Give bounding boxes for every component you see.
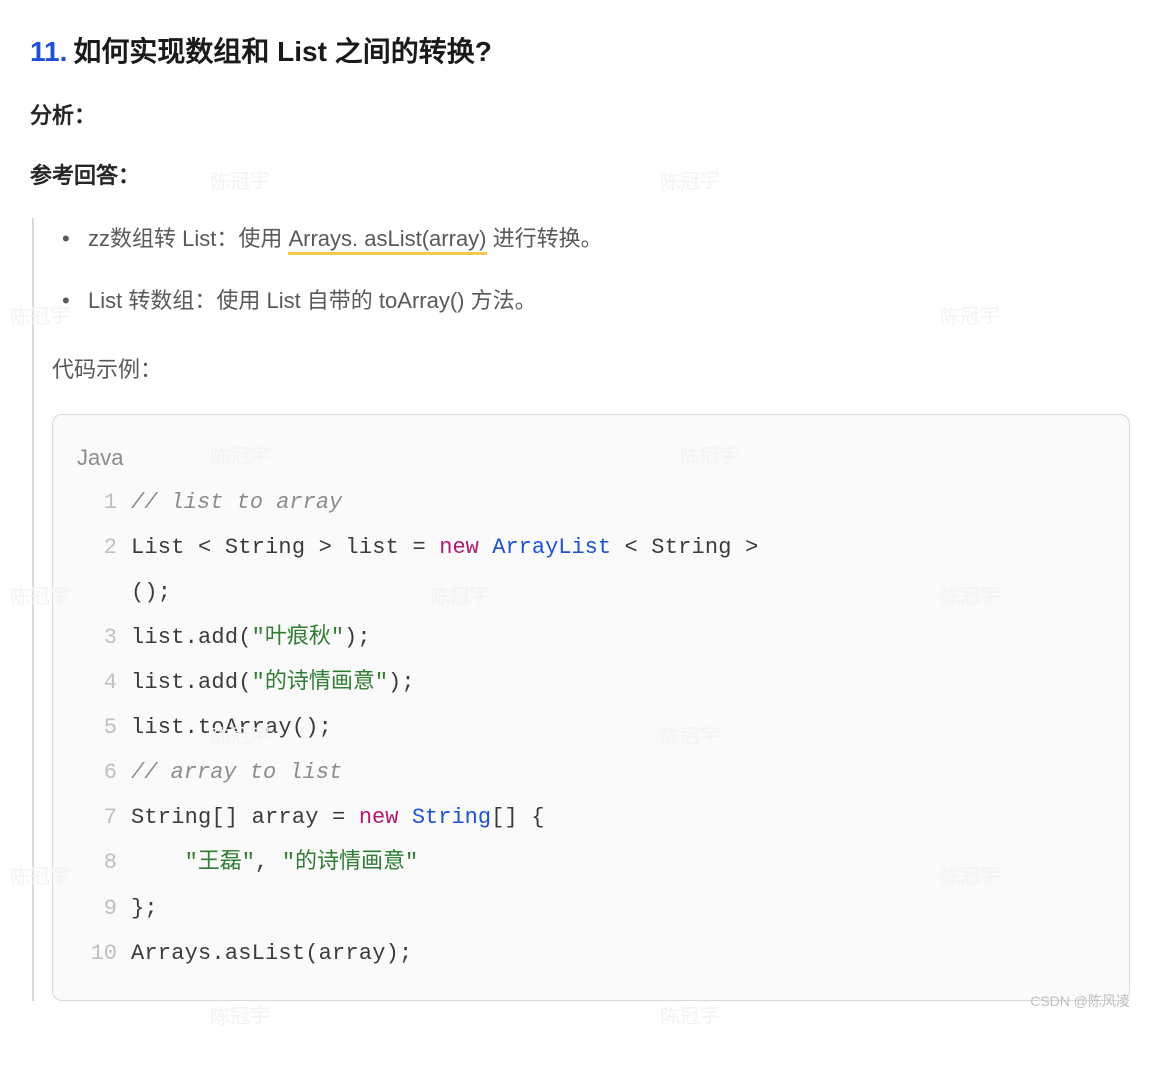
answer-block: zz数组转 List：使用 Arrays. asList(array) 进行转换… (32, 218, 1130, 1001)
footer-credit: CSDN @陈风凌 (1030, 991, 1130, 1011)
bullet-list: zz数组转 List：使用 Arrays. asList(array) 进行转换… (52, 218, 1130, 322)
list-item: zz数组转 List：使用 Arrays. asList(array) 进行转换… (52, 218, 1130, 260)
line-number: 7 (77, 795, 117, 840)
question-number: 11. (30, 36, 67, 67)
code-line: 2List < String > list = new ArrayList < … (77, 525, 1105, 570)
code-line: 1// list to array (77, 480, 1105, 525)
code-lines: 1// list to array2List < String > list =… (77, 480, 1105, 976)
question-heading: 11.如何实现数组和 List 之间的转换? (30, 30, 1130, 70)
code-example-label: 代码示例： (52, 352, 1130, 384)
list-item: List 转数组：使用 List 自带的 toArray() 方法。 (52, 280, 1130, 322)
watermark-text: 陈冠宇 (660, 999, 721, 1030)
code-line: 10Arrays.asList(array); (77, 931, 1105, 976)
line-number: 5 (77, 705, 117, 750)
line-number: 1 (77, 480, 117, 525)
reference-answer-label: 参考回答： (30, 158, 1130, 190)
code-language-label: Java (77, 435, 1105, 480)
line-number: 4 (77, 660, 117, 705)
line-number: 2 (77, 525, 117, 570)
line-number: 3 (77, 615, 117, 660)
code-line: 9}; (77, 886, 1105, 931)
code-line: (); (77, 570, 1105, 615)
analysis-label: 分析： (30, 98, 1130, 130)
code-line: 6// array to list (77, 750, 1105, 795)
code-block: Java 1// list to array2List < String > l… (52, 414, 1130, 1001)
watermark-text: 陈冠宇 (210, 999, 271, 1030)
code-line: 5list.toArray(); (77, 705, 1105, 750)
line-number: 9 (77, 886, 117, 931)
underlined-text: Arrays. asList(array) (288, 226, 486, 255)
code-line: 4list.add("的诗情画意"); (77, 660, 1105, 705)
line-number: 10 (77, 931, 117, 976)
code-line: 7String[] array = new String[] { (77, 795, 1105, 840)
line-number: 6 (77, 750, 117, 795)
line-number: 8 (77, 840, 117, 885)
question-title: 如何实现数组和 List 之间的转换? (73, 36, 491, 67)
code-line: 8 "王磊", "的诗情画意" (77, 840, 1105, 885)
code-line: 3list.add("叶痕秋"); (77, 615, 1105, 660)
